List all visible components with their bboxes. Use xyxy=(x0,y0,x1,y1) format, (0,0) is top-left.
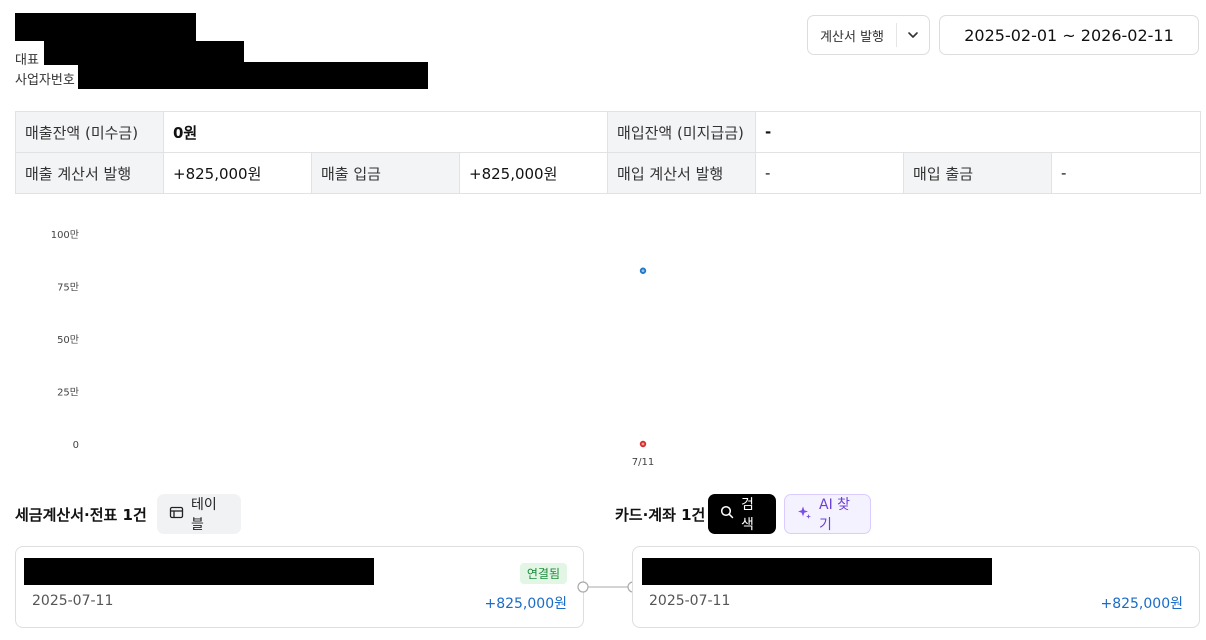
issue-button-label[interactable]: 계산서 발행 xyxy=(808,23,897,47)
sales-deposit-value: +825,000원 xyxy=(458,152,609,194)
ai-find-button[interactable]: AI 찾기 xyxy=(784,494,871,534)
transaction-card[interactable]: 2025-07-11 +825,000원 xyxy=(632,546,1200,628)
left-section-title: 세금계산서·전표 1건 xyxy=(15,506,147,524)
table-icon xyxy=(169,505,184,524)
transaction-title-redacted xyxy=(642,558,992,585)
biz-no-redacted xyxy=(78,62,428,89)
transaction-date: 2025-07-11 xyxy=(649,593,731,609)
chevron-down-icon[interactable] xyxy=(897,16,929,54)
summary-row-flows: 매출 계산서 발행 +825,000원 매출 입금 +825,000원 매입 계… xyxy=(15,152,1202,194)
purchase-withdraw-value: - xyxy=(1051,152,1202,194)
rep-label: 대표 xyxy=(15,53,39,68)
search-button[interactable]: 검색 xyxy=(708,494,776,534)
y-tick-label: 75만 xyxy=(57,282,79,294)
purchase-invoice-value: - xyxy=(755,152,905,194)
company-name-redacted xyxy=(15,13,196,41)
sparkle-icon xyxy=(797,505,812,524)
invoice-amount: +825,000원 xyxy=(484,596,567,612)
search-icon xyxy=(720,505,734,523)
purchase-balance-label: 매입잔액 (미지급금) xyxy=(607,111,757,153)
invoice-date: 2025-07-11 xyxy=(32,593,114,609)
search-label: 검색 xyxy=(741,497,754,533)
sales-deposit-label: 매출 입금 xyxy=(311,152,460,194)
issue-split-button[interactable]: 계산서 발행 xyxy=(807,15,930,55)
purchase-withdraw-label: 매입 출금 xyxy=(903,152,1053,194)
data-point-highlight xyxy=(641,269,645,273)
date-range-picker[interactable]: 2025-02-01 ~ 2026-02-11 xyxy=(939,15,1199,55)
y-tick-label: 50만 xyxy=(57,334,79,346)
invoice-card[interactable]: 연결됨 2025-07-11 +825,000원 xyxy=(15,546,584,628)
linked-badge: 연결됨 xyxy=(519,563,567,584)
summary-table: 매출잔액 (미수금) 0원 매입잔액 (미지급금) - 매출 계산서 발행 +8… xyxy=(15,111,1202,194)
x-tick-label: 7/11 xyxy=(632,457,654,468)
sales-invoice-label: 매출 계산서 발행 xyxy=(15,152,164,194)
data-point-highlight xyxy=(641,442,645,446)
y-tick-label: 25만 xyxy=(57,387,79,399)
invoice-title-redacted xyxy=(24,558,374,585)
transaction-amount: +825,000원 xyxy=(1100,596,1183,612)
biz-no-label: 사업자번호 xyxy=(15,73,75,88)
purchase-balance-value: - xyxy=(755,111,1202,153)
summary-row-balance: 매출잔액 (미수금) 0원 매입잔액 (미지급금) - xyxy=(15,111,1202,153)
sales-balance-value: 0원 xyxy=(162,111,609,153)
right-section-title: 카드·계좌 1건 xyxy=(615,506,706,524)
header-controls: 계산서 발행 2025-02-01 ~ 2026-02-11 xyxy=(807,15,1199,55)
link-connector xyxy=(577,581,639,593)
sales-balance-label: 매출잔액 (미수금) xyxy=(15,111,164,153)
scatter-chart: 0 25만 50만 75만 100만 7/11 xyxy=(51,229,655,468)
table-view-button[interactable]: 테이블 xyxy=(157,494,241,534)
ai-find-label: AI 찾기 xyxy=(819,497,851,533)
y-tick-label: 0 xyxy=(73,440,79,451)
table-view-label: 테이블 xyxy=(191,497,217,533)
sales-invoice-value: +825,000원 xyxy=(163,152,312,194)
y-tick-label: 100만 xyxy=(51,229,79,241)
purchase-invoice-label: 매입 계산서 발행 xyxy=(607,152,757,194)
